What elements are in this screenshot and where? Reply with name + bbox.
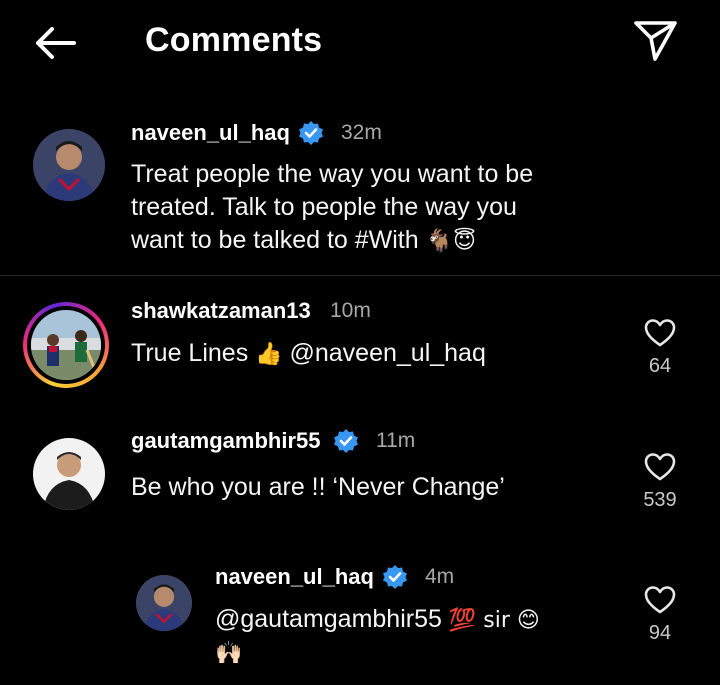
reply-text: @gautamgambhir55 💯 sir 😊 🙌🏻 xyxy=(215,603,615,670)
reply-item: naveen_ul_haq 4m @gautamgambhir55 💯 sir … xyxy=(0,555,720,685)
verified-badge-icon xyxy=(299,121,323,145)
caption-line-text: want to be talked to #With xyxy=(131,226,419,254)
share-button[interactable] xyxy=(630,18,680,64)
post-caption: naveen_ul_haq 32m Treat people the way y… xyxy=(0,110,720,275)
like-control: 94 xyxy=(630,585,690,645)
comment-item: shawkatzaman13 10m True Lines 👍 @naveen_… xyxy=(0,290,720,410)
top-app-bar: Comments xyxy=(0,0,720,90)
thumbs-up-emoji: 👍 xyxy=(255,342,283,367)
hundred-sir-smile-emojis: 💯 sir 😊 xyxy=(448,608,540,633)
like-count: 539 xyxy=(643,489,677,511)
avatar[interactable] xyxy=(136,575,192,631)
comment-text: True Lines 👍 @naveen_ul_haq xyxy=(131,337,486,371)
page-title: Comments xyxy=(145,21,323,59)
divider xyxy=(0,275,720,276)
goat-angel-emojis: 🐐😇 xyxy=(425,229,476,254)
caption-line: want to be talked to #With 🐐😇 xyxy=(131,224,601,258)
reply-username[interactable]: naveen_ul_haq xyxy=(215,564,374,590)
person-avatar-icon xyxy=(136,575,192,631)
caption-text: Treat people the way you want to be trea… xyxy=(131,158,601,258)
comment-text-part: True Lines xyxy=(131,339,256,367)
caption-line: treated. Talk to people the way you xyxy=(131,193,517,221)
like-control: 64 xyxy=(630,318,690,378)
verified-badge-icon xyxy=(383,565,407,589)
mention-link[interactable]: @gautamgambhir55 xyxy=(215,605,442,633)
comment-username[interactable]: shawkatzaman13 xyxy=(131,298,311,324)
caption-timestamp: 32m xyxy=(341,121,382,144)
person-avatar-icon xyxy=(33,438,105,510)
raised-hands-emoji: 🙌🏻 xyxy=(215,641,243,666)
reply-timestamp: 4m xyxy=(425,565,455,588)
comment-username[interactable]: gautamgambhir55 xyxy=(131,428,321,454)
back-button[interactable] xyxy=(30,22,84,64)
person-avatar-icon xyxy=(33,129,105,201)
avatar[interactable] xyxy=(33,129,105,201)
like-control: 539 xyxy=(630,452,690,512)
cricket-avatar-icon xyxy=(31,310,101,380)
comment-text: Be who you are !! ‘Never Change’ xyxy=(131,473,505,501)
caption-line: Treat people the way you want to be xyxy=(131,160,534,188)
reply-line: @gautamgambhir55 💯 sir 😊 xyxy=(215,603,615,637)
arrow-left-icon xyxy=(36,27,76,59)
like-count: 94 xyxy=(648,622,672,644)
caption-username[interactable]: naveen_ul_haq xyxy=(131,120,290,146)
like-count: 64 xyxy=(648,355,672,377)
comment-timestamp: 11m xyxy=(376,429,416,452)
avatar[interactable] xyxy=(33,438,105,510)
heart-icon[interactable] xyxy=(644,318,676,348)
paper-plane-icon xyxy=(634,21,677,61)
comment-item: gautamgambhir55 11m Be who you are !! ‘N… xyxy=(0,420,720,540)
avatar[interactable] xyxy=(31,310,101,380)
comment-timestamp: 10m xyxy=(330,299,371,322)
mention-link[interactable]: @naveen_ul_haq xyxy=(283,339,485,367)
verified-badge-icon xyxy=(334,429,358,453)
heart-icon[interactable] xyxy=(644,585,676,615)
heart-icon[interactable] xyxy=(644,452,676,482)
